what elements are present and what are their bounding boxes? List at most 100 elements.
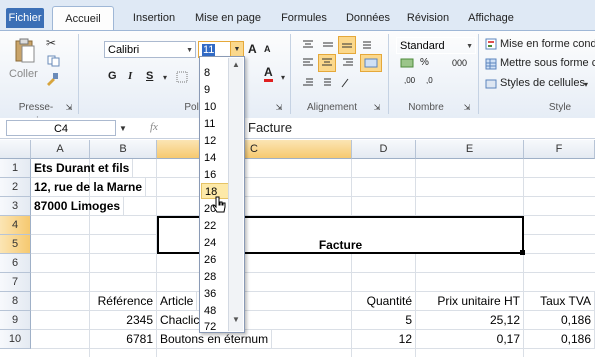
format-painter-icon[interactable] [44, 72, 60, 86]
scroll-up-icon[interactable]: ▲ [230, 60, 242, 74]
cell-e9[interactable]: 25,12 [416, 311, 524, 330]
underline-button[interactable]: S [146, 70, 153, 82]
paste-label[interactable]: Coller [9, 68, 38, 80]
row-header-10[interactable]: 10 [0, 330, 31, 349]
cell-b10[interactable]: 6781 [90, 330, 157, 349]
chevron-down-icon[interactable]: ▾ [581, 78, 591, 90]
cell-b9[interactable]: 2345 [90, 311, 157, 330]
conditional-format-icon[interactable] [484, 37, 498, 51]
font-size-value: 11 [202, 44, 216, 56]
grow-font-icon[interactable]: A [248, 42, 257, 56]
column-header-f[interactable]: F [524, 140, 595, 159]
cell-f9[interactable]: 0,186 [524, 311, 595, 330]
merge-center-icon[interactable] [360, 54, 382, 72]
cell-b8[interactable]: Référence [90, 292, 157, 311]
borders-icon[interactable] [174, 70, 190, 84]
row-header-7[interactable]: 7 [0, 273, 31, 292]
column-header-e[interactable]: E [416, 140, 524, 159]
column-header-a[interactable]: A [31, 140, 90, 159]
cell-d8[interactable]: Quantité [352, 292, 416, 311]
row-header-1[interactable]: 1 [0, 159, 31, 178]
dropdown-scrollbar[interactable]: ▲ ▼ [228, 58, 243, 331]
row-header-5[interactable]: 5 [0, 235, 31, 254]
cell-f8[interactable]: Taux TVA [524, 292, 595, 311]
group-separator [388, 34, 389, 114]
name-box-dropdown-icon[interactable]: ▼ [118, 122, 128, 134]
increase-indent-icon[interactable] [318, 76, 334, 90]
align-top-icon[interactable] [300, 38, 316, 52]
cell-a1[interactable]: Ets Durant et fils [31, 159, 134, 178]
cell-a2[interactable]: 12, rue de la Marne [31, 178, 147, 197]
copy-icon[interactable] [44, 54, 64, 68]
align-middle-icon[interactable] [320, 38, 336, 52]
cut-icon[interactable]: ✂ [44, 36, 58, 50]
row-header-4[interactable]: 4 [0, 216, 31, 235]
align-bottom-icon[interactable] [338, 36, 356, 54]
align-left-icon[interactable] [300, 56, 316, 70]
decrease-indent-icon[interactable] [300, 76, 316, 90]
column-header-d[interactable]: D [352, 140, 416, 159]
cell-f10[interactable]: 0,186 [524, 330, 595, 349]
shrink-font-icon[interactable]: A [264, 44, 271, 54]
row-header-3[interactable]: 3 [0, 197, 31, 216]
paste-icon[interactable] [12, 36, 38, 66]
increase-decimal-button[interactable]: ,00 [404, 76, 415, 85]
number-format-value: Standard [400, 40, 445, 52]
cell-styles-button[interactable]: Styles de cellules [500, 77, 585, 89]
font-color-button[interactable]: A [264, 66, 273, 82]
number-format-combo[interactable]: Standard ▼ [396, 37, 476, 54]
row-header-8[interactable]: 8 [0, 292, 31, 311]
cell-e10[interactable]: 0,17 [416, 330, 524, 349]
name-box[interactable]: C4 [6, 120, 116, 136]
table-format-button[interactable]: Mettre sous forme c [500, 57, 595, 69]
align-right-icon[interactable] [340, 56, 356, 70]
italic-button[interactable]: I [128, 70, 132, 82]
tab-mise-en-page[interactable]: Mise en page [188, 8, 268, 28]
conditional-format-button[interactable]: Mise en forme cond [500, 38, 595, 50]
row-header-9[interactable]: 9 [0, 311, 31, 330]
tab-insertion[interactable]: Insertion [126, 8, 182, 28]
fill-handle[interactable] [520, 250, 525, 255]
number-launcher-icon[interactable]: ⇲ [462, 101, 472, 113]
tab-fichier[interactable]: Fichier [6, 8, 44, 28]
scroll-down-icon[interactable]: ▼ [230, 315, 242, 329]
font-name-value: Calibri [108, 44, 140, 56]
row-header-2[interactable]: 2 [0, 178, 31, 197]
tab-donnees[interactable]: Données [340, 8, 396, 28]
underline-dropdown-icon[interactable]: ▾ [160, 70, 170, 84]
cell-c8[interactable]: Article [157, 292, 198, 311]
group-separator [290, 34, 291, 114]
cell-e8[interactable]: Prix unitaire HT [416, 292, 524, 311]
column-header-c[interactable]: C [157, 140, 352, 159]
cell-d10[interactable]: 12 [352, 330, 416, 349]
thousands-button[interactable]: 000 [452, 58, 467, 68]
clipboard-launcher-icon[interactable]: ⇲ [64, 101, 74, 113]
bold-button[interactable]: G [108, 70, 117, 82]
formula-content[interactable]: Facture [248, 120, 292, 135]
decrease-decimal-button[interactable]: ,0 [426, 76, 433, 85]
font-name-combo[interactable]: Calibri ▼ [104, 41, 196, 58]
tab-affichage[interactable]: Affichage [462, 8, 520, 28]
number-group-label: Nombre [408, 102, 444, 113]
fx-icon[interactable]: fx [150, 121, 158, 133]
percent-button[interactable]: % [420, 57, 429, 68]
font-color-dropdown-icon[interactable]: ▾ [278, 70, 288, 84]
font-size-dropdown-list[interactable]: 8 9 10 11 12 14 16 18 20 22 24 26 28 36 … [199, 56, 245, 333]
row-header-6[interactable]: 6 [0, 254, 31, 273]
tab-revision[interactable]: Révision [402, 8, 454, 28]
text-direction-icon[interactable] [338, 76, 358, 90]
align-center-icon[interactable] [318, 54, 336, 72]
orientation-icon[interactable] [360, 38, 376, 52]
cell-d9[interactable]: 5 [352, 311, 416, 330]
tab-accueil[interactable]: Accueil [52, 6, 114, 31]
table-format-icon[interactable] [484, 57, 498, 71]
font-launcher-icon[interactable]: ⇲ [274, 101, 284, 113]
cell-styles-icon[interactable] [484, 77, 498, 91]
tab-formules[interactable]: Formules [272, 8, 336, 28]
column-header-b[interactable]: B [90, 140, 157, 159]
select-all-corner[interactable] [0, 140, 31, 159]
ribbon-tab-bar: Fichier Accueil Insertion Mise en page F… [0, 0, 595, 31]
currency-icon[interactable] [398, 56, 416, 70]
cell-a3[interactable]: 87000 Limoges [31, 197, 125, 216]
alignment-launcher-icon[interactable]: ⇲ [372, 101, 382, 113]
